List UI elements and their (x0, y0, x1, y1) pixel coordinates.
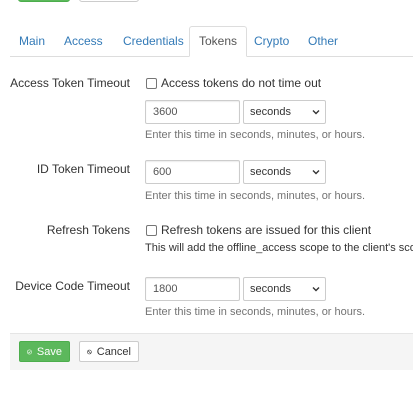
tab-tokens[interactable]: Tokens (189, 26, 248, 57)
save-button-label: Save (36, 345, 62, 358)
chevron-down-icon (312, 170, 320, 175)
id-token-timeout-label: ID Token Timeout (36, 162, 130, 176)
access-token-timeout-input[interactable] (145, 100, 240, 124)
access-token-timeout-label: Access Token Timeout (10, 76, 130, 90)
form-footer (10, 333, 413, 370)
access-tokens-no-timeout-checkbox[interactable] (146, 78, 157, 89)
chevron-down-icon (312, 110, 320, 115)
tab-credentials[interactable]: Credentials (123, 26, 184, 56)
check-circle-icon (27, 349, 32, 354)
refresh-tokens-checkbox-label[interactable]: Refresh tokens are issued for this clien… (161, 223, 371, 237)
refresh-tokens-label: Refresh Tokens (46, 223, 130, 237)
id-token-timeout-unit-value: seconds (250, 166, 291, 178)
id-token-timeout-help: Enter this time in seconds, minutes, or … (145, 190, 366, 202)
top-save-button-cropped[interactable] (18, 0, 70, 2)
tab-main[interactable]: Main (19, 26, 45, 56)
save-button[interactable]: Save (19, 341, 70, 362)
tab-bar: Main Access Credentials Tokens Crypto Ot… (10, 26, 413, 57)
refresh-tokens-checkbox[interactable] (146, 225, 157, 236)
refresh-tokens-help: This will add the offline_access scope t… (145, 242, 413, 254)
id-token-timeout-unit-select[interactable]: seconds (243, 160, 326, 184)
device-code-timeout-unit-value: seconds (250, 283, 291, 295)
ban-icon (87, 349, 92, 354)
device-code-timeout-help: Enter this time in seconds, minutes, or … (145, 306, 366, 318)
device-code-timeout-unit-select[interactable]: seconds (243, 277, 326, 301)
device-code-timeout-label: Device Code Timeout (15, 279, 130, 293)
tab-crypto[interactable]: Crypto (254, 26, 289, 56)
cancel-button[interactable]: Cancel (79, 341, 139, 362)
access-token-timeout-unit-value: seconds (250, 106, 291, 118)
cancel-button-label: Cancel (96, 345, 131, 358)
tab-access[interactable]: Access (64, 26, 103, 56)
chevron-down-icon (312, 287, 320, 292)
tab-other[interactable]: Other (308, 26, 338, 56)
access-token-timeout-help: Enter this time in seconds, minutes, or … (145, 129, 366, 141)
top-cancel-button-cropped[interactable] (79, 0, 139, 2)
access-tokens-no-timeout-label[interactable]: Access tokens do not time out (161, 76, 321, 90)
access-token-timeout-unit-select[interactable]: seconds (243, 100, 326, 124)
device-code-timeout-input[interactable] (145, 277, 240, 301)
id-token-timeout-input[interactable] (145, 160, 240, 184)
